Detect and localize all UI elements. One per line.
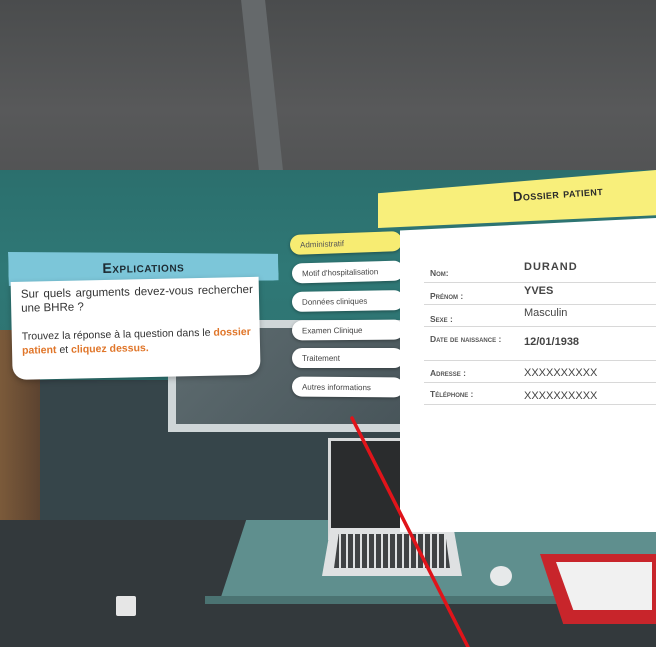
value-telephone: XXXXXXXXXX	[524, 390, 598, 402]
label-adresse: Adresse :	[430, 368, 467, 378]
keyboard-keys	[334, 534, 450, 568]
instruction-prefix: Trouvez la réponse à la question dans le	[21, 326, 211, 343]
row-divider	[424, 360, 656, 361]
explications-panel: Explications Sur quels arguments devez-v…	[8, 246, 281, 382]
explications-body: Sur quels arguments devez-vous recherche…	[10, 276, 261, 380]
row-divider	[424, 326, 656, 327]
value-nom: DURAND	[524, 261, 578, 273]
cliquez-dessus-highlight: cliquez dessus.	[70, 342, 149, 356]
dossier-patient-panel[interactable]: Dossier patient Nom: DURAND Prénom : YVE…	[378, 170, 656, 532]
label-sexe: Sexe :	[430, 314, 453, 324]
row-divider	[424, 404, 656, 405]
row-divider	[424, 282, 656, 283]
dossier-body: Nom: DURAND Prénom : YVES Sexe : Masculi…	[400, 218, 656, 532]
label-prenom: Prénom :	[430, 291, 464, 301]
instruction-middle: et	[59, 343, 69, 356]
question-text: Sur quels arguments devez-vous recherche…	[20, 283, 253, 315]
label-telephone: Téléphone :	[430, 389, 474, 399]
power-outlet	[116, 596, 136, 616]
row-divider	[424, 304, 656, 305]
label-nom: Nom:	[430, 268, 449, 278]
instruction-text: Trouvez la réponse à la question dans le…	[22, 325, 255, 358]
computer-mouse[interactable]	[490, 566, 512, 586]
row-divider	[424, 382, 656, 383]
value-prenom: YVES	[524, 285, 554, 297]
vr-scene: Explications Sur quels arguments devez-v…	[0, 0, 656, 647]
value-adresse: XXXXXXXXXX	[524, 367, 598, 379]
value-sexe: Masculin	[524, 307, 568, 319]
label-date-naissance: Date de naissance :	[430, 334, 502, 344]
value-date-naissance: 12/01/1938	[524, 336, 580, 348]
